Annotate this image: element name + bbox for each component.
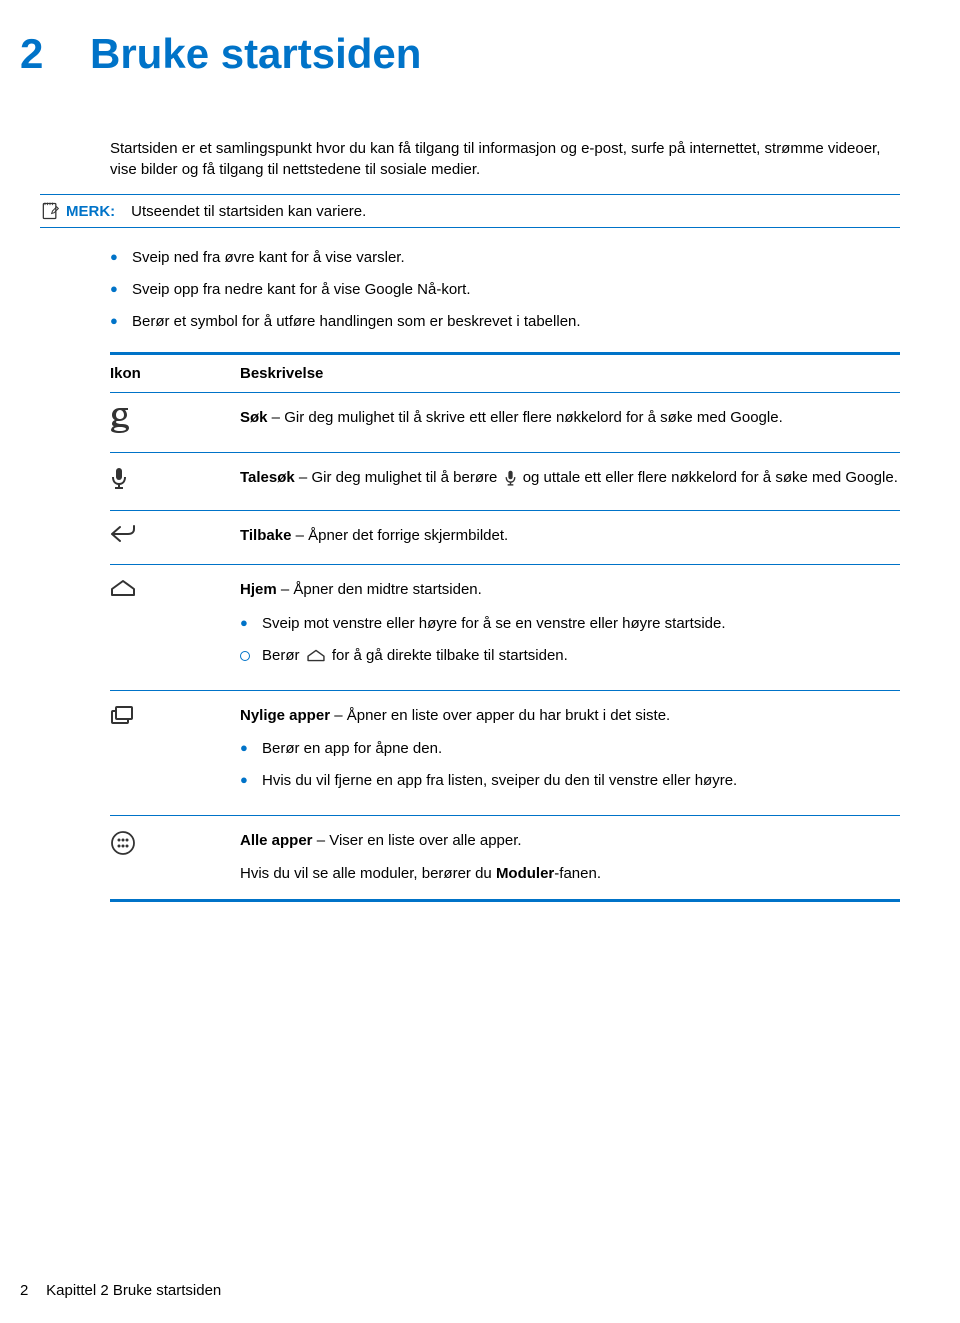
sub-list-item: Sveip mot venstre eller høyre for å se e… [240,612,900,636]
table-row: Alle apper – Viser en liste over alle ap… [110,816,900,899]
list-item: Sveip ned fra øvre kant for å vise varsl… [110,246,900,270]
icon-description-table: Ikon Beskrivelse Søk – Gir deg mulighet … [110,352,900,902]
chapter-number: 2 [20,30,90,78]
header-icon: Ikon [110,365,240,382]
home-icon [110,579,136,597]
row-label: Søk [240,409,268,426]
all-apps-icon [110,830,136,856]
header-desc: Beskrivelse [240,365,900,382]
row-text: Gir deg mulighet til å skrive ett eller … [284,409,783,426]
sub-list-item: Berør for å gå direkte tilbake til start… [240,644,900,668]
sub-list-item: Hvis du vil fjerne en app fra listen, sv… [240,769,900,793]
google-g-icon [110,407,130,433]
microphone-icon [504,470,517,487]
row-text: og uttale ett eller flere nøkkelord for … [523,469,898,486]
table-row: Tilbake – Åpner det forrige skjermbildet… [110,511,900,564]
chapter-title: Bruke startsiden [90,30,421,78]
row-text: Viser en liste over alle apper. [329,832,521,849]
row-label: Tilbake [240,527,291,544]
row-label: Alle apper [240,832,313,849]
microphone-icon [110,467,128,491]
row-label: Hjem [240,581,277,598]
main-bullet-list: Sveip ned fra øvre kant for å vise varsl… [110,246,900,334]
row-text: Åpner en liste over apper du har brukt i… [347,707,671,724]
footer-text: Kapittel 2 Bruke startsiden [46,1282,221,1299]
table-row: Nylige apper – Åpner en liste over apper… [110,691,900,816]
table-row: Søk – Gir deg mulighet til å skrive ett … [110,393,900,452]
note-label: MERK: [66,203,115,220]
row-text: Åpner den midtre startsiden. [293,581,481,598]
sub-list-item: Berør en app for åpne den. [240,737,900,761]
recent-apps-icon [110,705,134,725]
chapter-header: 2 Bruke startsiden [20,30,900,78]
intro-paragraph: Startsiden er et samlingspunkt hvor du k… [110,138,900,180]
note-box: MERK: Utseendet til startsiden kan varie… [40,194,900,228]
page-footer: 2 Kapittel 2 Bruke startsiden [20,1282,221,1299]
row-label: Talesøk [240,469,295,486]
back-icon [110,525,136,545]
home-icon [306,649,326,662]
row-text: Åpner det forrige skjermbildet. [308,527,508,544]
row-label: Nylige apper [240,707,330,724]
page-number: 2 [20,1282,42,1299]
table-row: Talesøk – Gir deg mulighet til å berøre … [110,453,900,510]
list-item: Sveip opp fra nedre kant for å vise Goog… [110,278,900,302]
list-item: Berør et symbol for å utføre handlingen … [110,310,900,334]
table-header-row: Ikon Beskrivelse [110,355,900,392]
note-icon [40,201,60,221]
row-text: Gir deg mulighet til å berøre [311,469,501,486]
table-row: Hjem – Åpner den midtre startsiden. Svei… [110,565,900,690]
note-text: Utseendet til startsiden kan variere. [131,203,366,220]
